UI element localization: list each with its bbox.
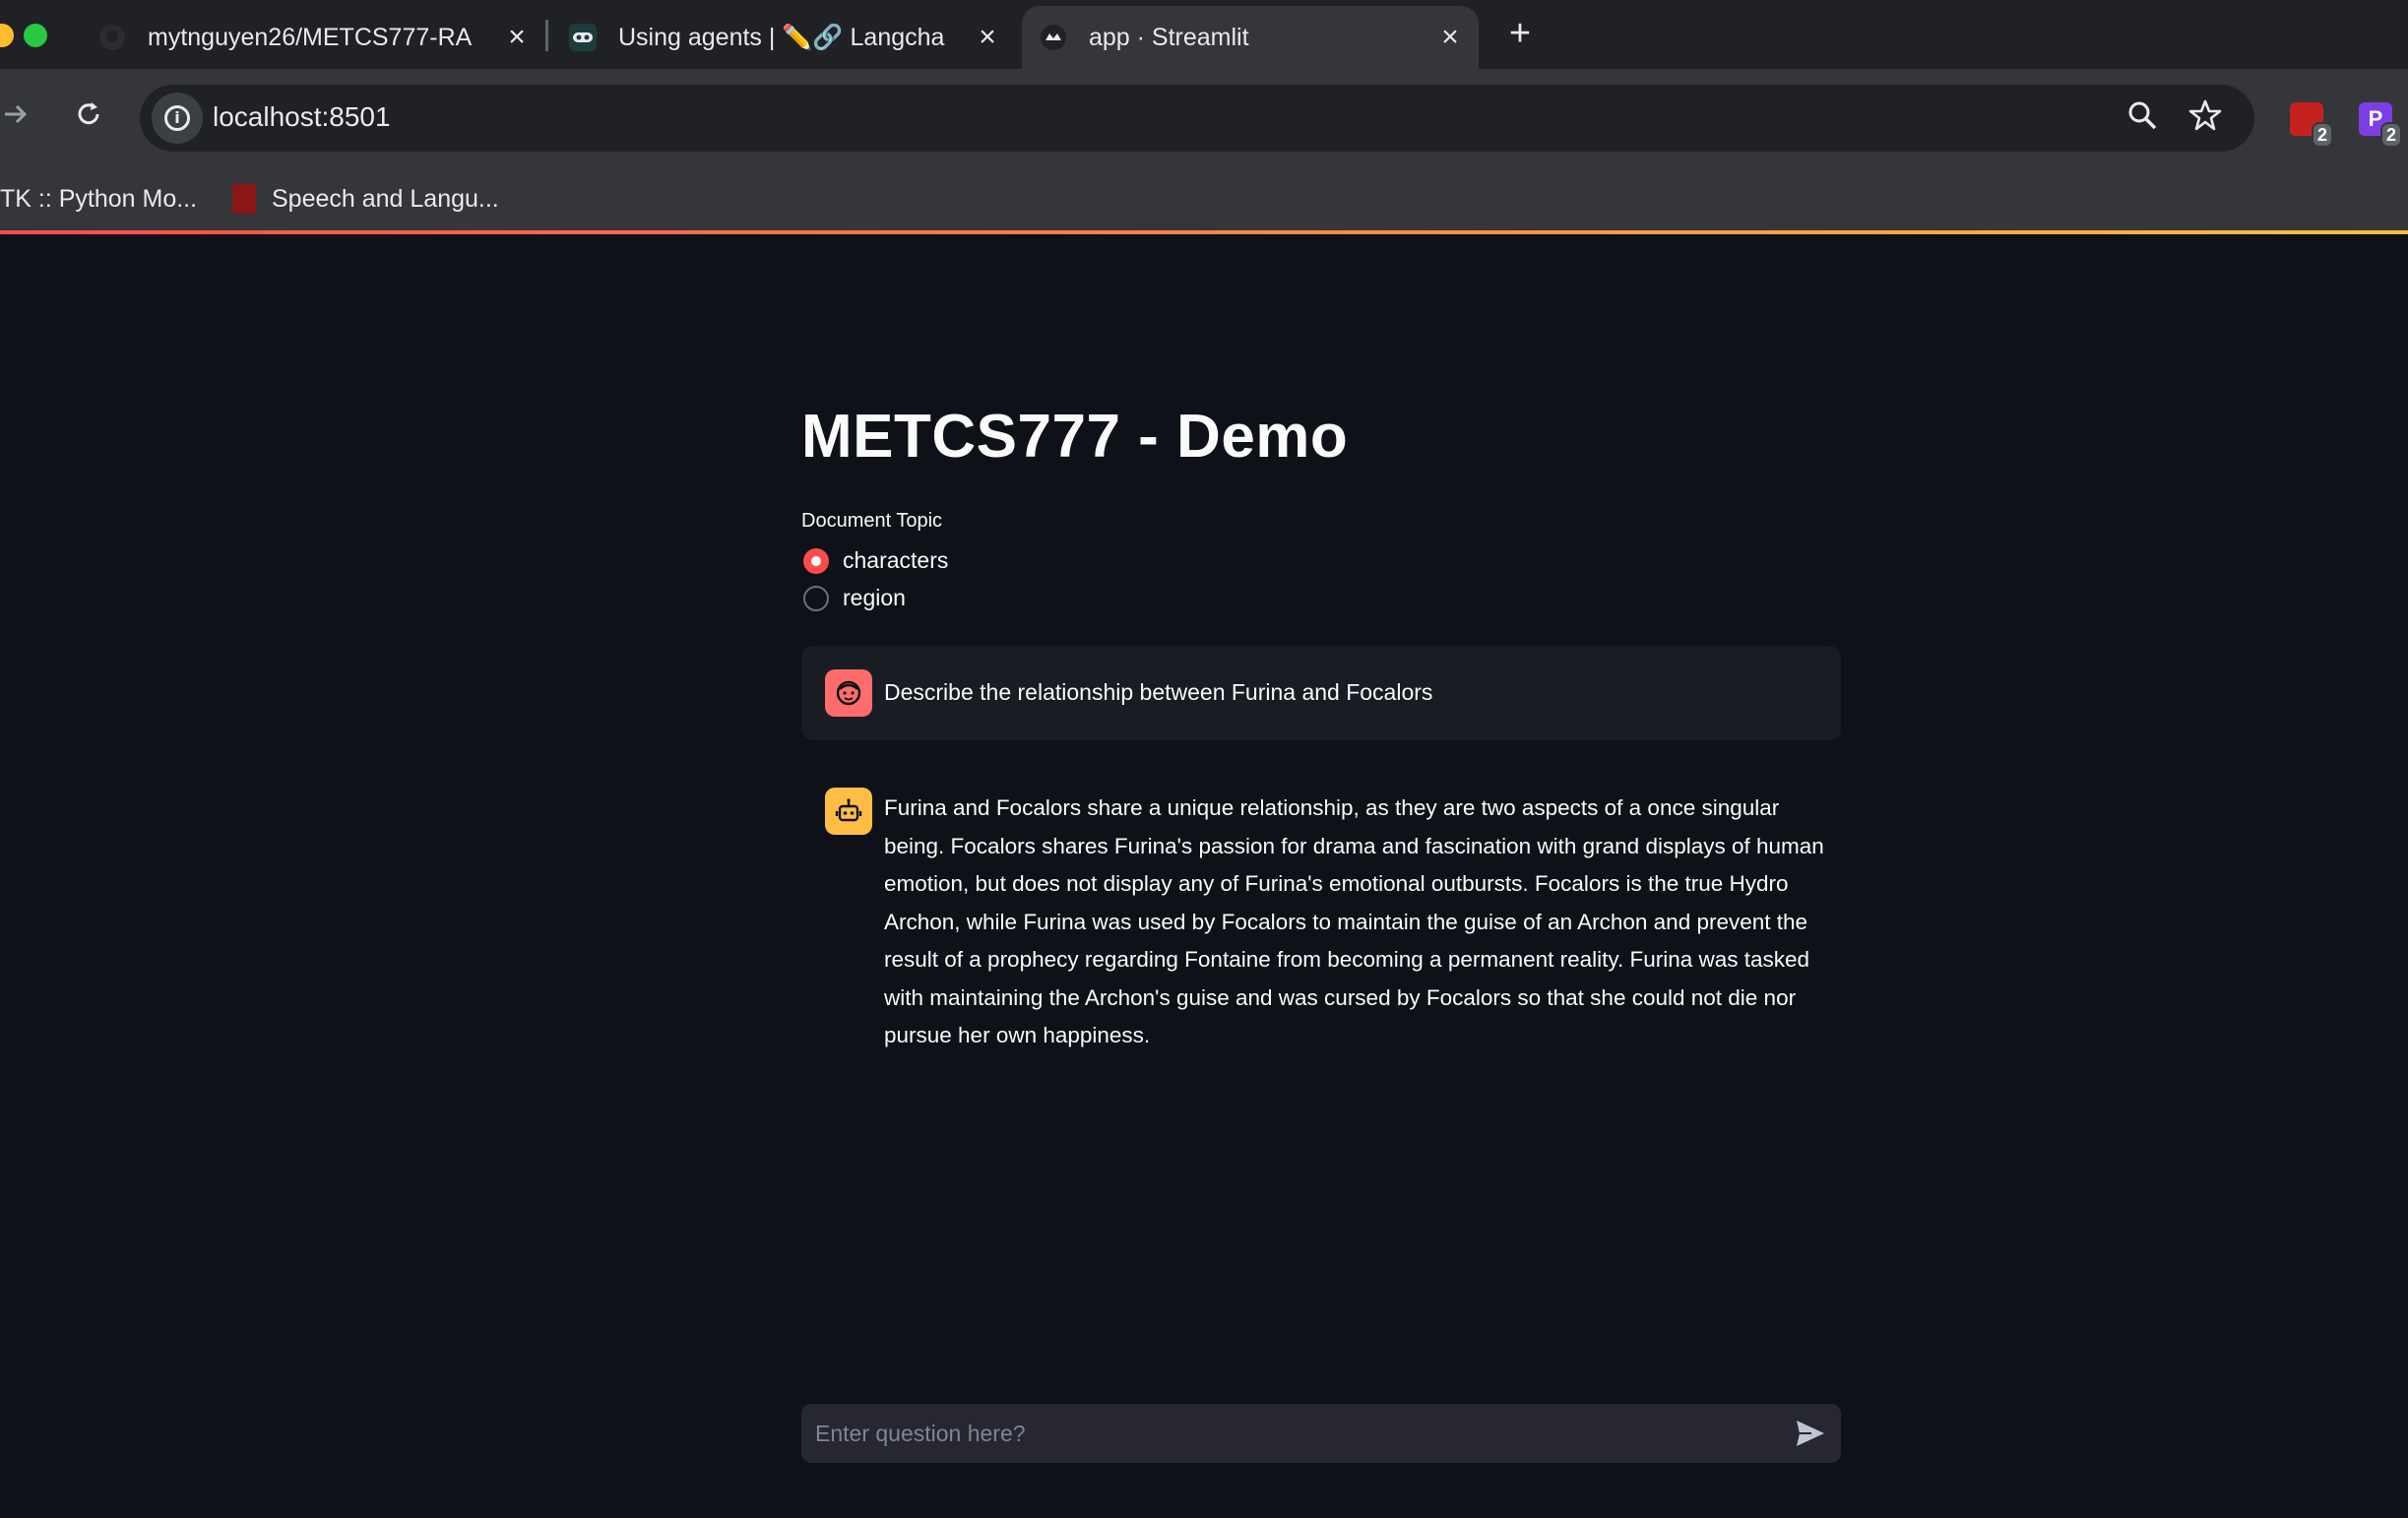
tab-streamlit[interactable]: app · Streamlit × <box>1022 6 1479 69</box>
close-icon[interactable]: × <box>502 21 532 54</box>
tab-title: Using agents | ✏️🔗 Langcha <box>618 23 945 51</box>
tab-separator <box>545 20 548 51</box>
close-icon[interactable]: × <box>1435 21 1465 54</box>
bookmark-label: TK :: Python Mo... <box>0 184 198 213</box>
extension-badge: 2 <box>2380 122 2402 148</box>
streamlit-icon <box>1040 24 1067 51</box>
reload-icon[interactable] <box>67 98 110 139</box>
streamlit-app: METCS777 - Demo Document Topic character… <box>0 234 2408 1518</box>
radio-option-label: region <box>843 585 906 610</box>
extension-purple-icon[interactable]: P 2 <box>2359 102 2402 148</box>
stanford-icon <box>232 184 256 214</box>
send-icon[interactable] <box>1794 1418 1827 1449</box>
browser-tab-strip: mytnguyen26/METCS777-RA × Using agents |… <box>0 0 2408 69</box>
bookmark-item[interactable]: TK :: Python Mo... <box>0 179 197 219</box>
chat-message-user: Describe the relationship between Furina… <box>801 646 1841 740</box>
chat-input-container <box>801 1404 1841 1463</box>
window-minimize-button[interactable] <box>0 24 14 47</box>
robot-icon <box>825 788 872 835</box>
browser-toolbar: i localhost:8501 2 P 2 <box>0 69 2408 167</box>
close-icon[interactable]: × <box>973 21 1002 54</box>
window-maximize-button[interactable] <box>24 24 47 47</box>
forward-icon[interactable] <box>0 98 37 138</box>
new-tab-button[interactable]: + <box>1500 10 1540 57</box>
radio-option-label: characters <box>843 547 949 573</box>
chat-input[interactable] <box>801 1404 1766 1463</box>
page-title: METCS777 - Demo <box>801 403 1349 471</box>
tab-langchain[interactable]: Using agents | ✏️🔗 Langcha × <box>569 6 1002 69</box>
address-bar[interactable]: i localhost:8501 <box>140 85 2254 152</box>
url-text: localhost:8501 <box>213 101 391 132</box>
bookmark-star-icon[interactable] <box>2186 98 2225 138</box>
zoom-icon[interactable] <box>2123 98 2162 138</box>
radio-selected-icon[interactable] <box>803 547 829 574</box>
chat-message-text: Describe the relationship between Furina… <box>884 679 1433 705</box>
tab-github[interactable]: mytnguyen26/METCS777-RA × <box>98 6 532 69</box>
radio-group-label: Document Topic <box>801 510 943 532</box>
radio-option-characters[interactable]: characters <box>803 547 948 574</box>
user-face-icon <box>825 669 872 717</box>
github-icon <box>98 24 126 51</box>
radio-option-region[interactable]: region <box>803 585 906 611</box>
bookmark-item[interactable]: Speech and Langu... <box>232 179 499 219</box>
langchain-icon <box>569 24 597 51</box>
tab-title: mytnguyen26/METCS777-RA <box>148 23 473 51</box>
tab-title: app · Streamlit <box>1089 23 1249 51</box>
chat-message-text: Furina and Focalors share a unique relat… <box>884 795 1824 1047</box>
extension-red-icon[interactable]: 2 <box>2290 102 2333 148</box>
bookmarks-bar: TK :: Python Mo... Speech and Langu... <box>0 167 2408 230</box>
site-info-icon[interactable]: i <box>152 93 203 144</box>
radio-unselected-icon[interactable] <box>803 585 829 611</box>
chat-message-assistant: Furina and Focalors share a unique relat… <box>801 772 1841 1047</box>
extension-badge: 2 <box>2312 122 2333 148</box>
bookmark-label: Speech and Langu... <box>272 184 499 213</box>
